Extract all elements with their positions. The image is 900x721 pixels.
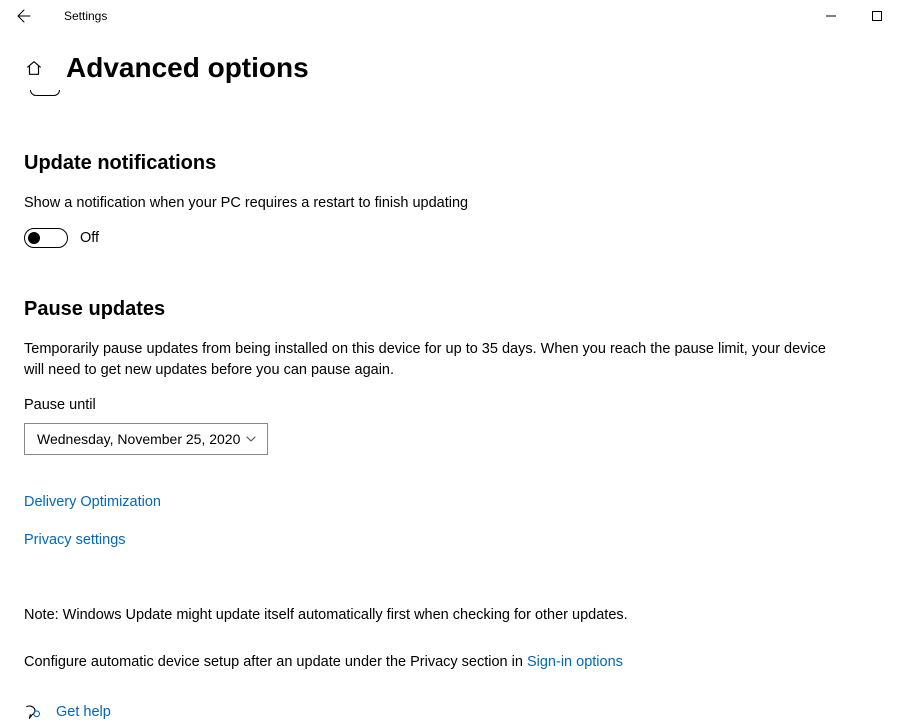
link-privacy-settings[interactable]: Privacy settings bbox=[24, 532, 126, 548]
link-sign-in-options[interactable]: Sign-in options bbox=[527, 652, 623, 673]
maximize-button[interactable] bbox=[854, 0, 900, 32]
minimize-button[interactable] bbox=[808, 0, 854, 32]
back-button[interactable] bbox=[8, 0, 40, 32]
related-links: Delivery Optimization Privacy settings bbox=[24, 493, 876, 549]
cropped-element-stub bbox=[30, 90, 60, 96]
titlebar: Settings bbox=[0, 0, 900, 32]
note-configure-prefix: Configure automatic device setup after a… bbox=[24, 654, 527, 670]
back-arrow-icon bbox=[16, 8, 32, 24]
link-get-help[interactable]: Get help bbox=[56, 704, 111, 720]
home-button[interactable] bbox=[24, 59, 44, 77]
update-notifications-toggle[interactable] bbox=[24, 228, 68, 248]
chevron-down-icon bbox=[245, 433, 257, 445]
note-windows-update: Note: Windows Update might update itself… bbox=[24, 605, 876, 626]
maximize-icon bbox=[872, 11, 882, 21]
pause-until-label: Pause until bbox=[24, 397, 876, 413]
content-area: Update notifications Show a notification… bbox=[0, 152, 900, 721]
note-configure-setup: Configure automatic device setup after a… bbox=[24, 652, 876, 673]
pause-until-value: Wednesday, November 25, 2020 bbox=[37, 431, 240, 447]
page-header: Advanced options bbox=[0, 32, 900, 84]
pause-updates-description: Temporarily pause updates from being ins… bbox=[24, 339, 844, 381]
toggle-knob bbox=[28, 232, 40, 244]
link-delivery-optimization[interactable]: Delivery Optimization bbox=[24, 494, 161, 510]
section-heading-update-notifications: Update notifications bbox=[24, 152, 876, 175]
update-notifications-toggle-row: Off bbox=[24, 228, 876, 248]
window-title: Settings bbox=[64, 9, 107, 23]
help-icon bbox=[24, 703, 42, 721]
home-icon bbox=[25, 59, 43, 77]
get-help-row[interactable]: Get help bbox=[24, 703, 876, 721]
page-title: Advanced options bbox=[66, 52, 309, 84]
notes-block: Note: Windows Update might update itself… bbox=[24, 605, 876, 673]
update-notifications-description: Show a notification when your PC require… bbox=[24, 193, 844, 214]
pause-until-select[interactable]: Wednesday, November 25, 2020 bbox=[24, 423, 268, 455]
toggle-state-label: Off bbox=[80, 230, 99, 246]
section-heading-pause-updates: Pause updates bbox=[24, 298, 876, 321]
window-controls bbox=[808, 0, 900, 32]
minimize-icon bbox=[826, 11, 836, 21]
